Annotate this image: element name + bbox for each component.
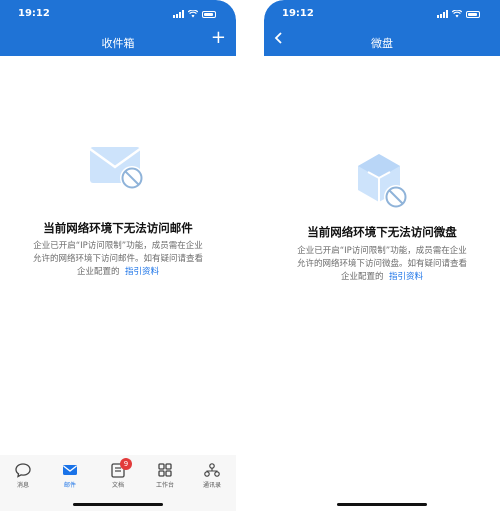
grid-icon	[158, 463, 172, 477]
status-time: 19:12	[282, 8, 314, 19]
home-indicator	[337, 503, 427, 506]
desc-tail: 企业配置的	[77, 267, 120, 277]
tab-label: 邮件	[63, 482, 76, 489]
contacts-icon	[204, 463, 220, 477]
drive-blocked-icon	[358, 154, 408, 209]
wifi-icon	[452, 10, 462, 18]
tab-documents[interactable]: 9 文档	[98, 458, 138, 489]
mail-blocked-icon	[89, 147, 144, 190]
tab-label: 文档	[111, 482, 124, 489]
tab-messages[interactable]: 消息	[3, 461, 43, 489]
tab-contacts[interactable]: 通讯录	[192, 461, 232, 489]
header-bar: 19:12 收件箱 +	[0, 0, 236, 56]
status-time: 19:12	[18, 8, 50, 19]
drive-screen: 19:12 微盘 当前网络环境下无法访问微盘 企业已开启“IP访问限制”功能，成…	[264, 0, 500, 511]
battery-icon	[466, 11, 480, 18]
guide-link[interactable]: 指引资料	[125, 267, 159, 277]
tab-workbench[interactable]: 工作台	[145, 461, 185, 489]
home-indicator	[73, 503, 163, 506]
tab-mail[interactable]: 邮件	[50, 461, 90, 489]
desc-line: 企业配置的 指引资料	[14, 266, 222, 279]
signal-icon	[437, 10, 448, 18]
tab-label: 通讯录	[202, 482, 221, 489]
signal-icon	[173, 10, 184, 18]
error-description: 企业已开启“IP访问限制”功能，成员需在企业 允许的网络环境下访问微盘。如有疑问…	[278, 245, 486, 284]
status-icons	[173, 9, 216, 18]
tab-label: 工作台	[155, 482, 174, 489]
guide-link[interactable]: 指引资料	[389, 272, 423, 282]
desc-line: 企业配置的 指引资料	[278, 271, 486, 284]
desc-line: 允许的网络环境下访问邮件。如有疑问请查看	[32, 254, 203, 264]
battery-icon	[202, 11, 216, 18]
desc-line: 企业已开启“IP访问限制”功能，成员需在企业	[33, 241, 203, 251]
header-bar: 19:12 微盘	[264, 0, 500, 56]
add-button[interactable]: +	[211, 29, 226, 47]
mail-icon	[63, 465, 77, 475]
message-icon	[15, 463, 31, 478]
desc-tail: 企业配置的	[341, 272, 384, 282]
unread-badge: 9	[120, 458, 132, 470]
status-icons	[437, 9, 480, 18]
desc-line: 允许的网络环境下访问微盘。如有疑问请查看	[296, 259, 467, 269]
page-title: 微盘	[371, 37, 393, 50]
mail-screen: 19:12 收件箱 + 当前网络环境下无法访问邮件 企业已开启“IP访问限制”功…	[0, 0, 236, 511]
tab-label: 消息	[16, 482, 29, 489]
desc-line: 企业已开启“IP访问限制”功能，成员需在企业	[297, 246, 467, 256]
error-description: 企业已开启“IP访问限制”功能，成员需在企业 允许的网络环境下访问邮件。如有疑问…	[14, 240, 222, 279]
page-title: 收件箱	[101, 37, 135, 50]
error-headline: 当前网络环境下无法访问微盘	[307, 225, 457, 239]
error-headline: 当前网络环境下无法访问邮件	[43, 221, 193, 235]
wifi-icon	[188, 10, 198, 18]
